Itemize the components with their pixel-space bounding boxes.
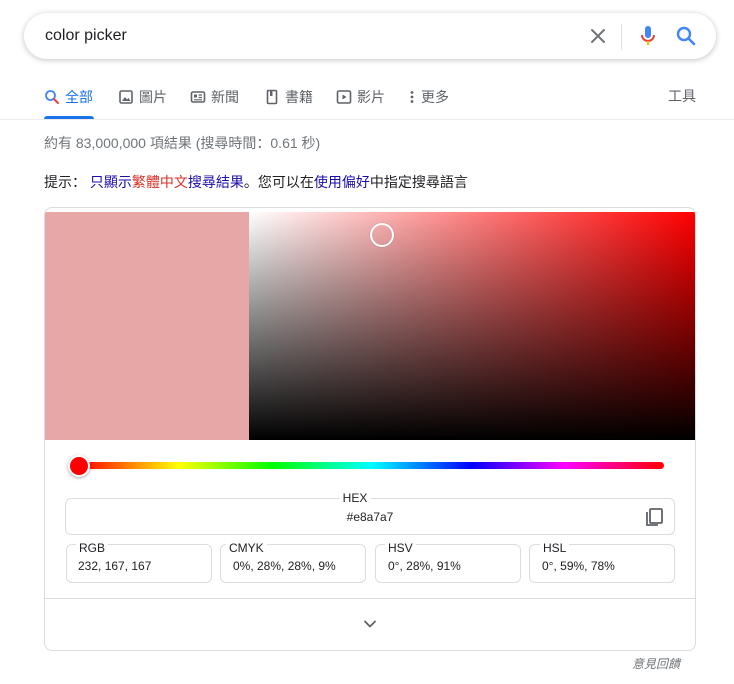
- voice-search-button[interactable]: [636, 24, 660, 48]
- close-icon: [591, 29, 605, 43]
- copy-icon: [646, 508, 663, 526]
- tab-label: 更多: [421, 89, 449, 105]
- tab-label: 影片: [357, 89, 385, 105]
- hint-link-preferences[interactable]: 使用偏好: [314, 174, 370, 190]
- news-icon: [190, 91, 206, 103]
- feedback-link[interactable]: 意見回饋: [632, 655, 680, 672]
- clear-button[interactable]: [586, 24, 610, 48]
- tab-label: 新聞: [211, 89, 239, 105]
- hue-slider-handle[interactable]: [68, 455, 90, 477]
- tab-all[interactable]: 全部: [44, 86, 93, 108]
- hex-value[interactable]: #e8a7a7: [66, 510, 674, 524]
- search-button[interactable]: [674, 24, 698, 48]
- image-icon: [119, 90, 133, 104]
- video-icon: [336, 90, 352, 104]
- copy-button[interactable]: [643, 506, 665, 533]
- cmyk-label: CMYK: [226, 541, 267, 555]
- microphone-icon: [641, 26, 655, 45]
- book-icon: [266, 89, 278, 105]
- chevron-down-icon: [364, 620, 376, 628]
- result-stats: 約有 83,000,000 項結果 (搜尋時間：0.61 秒): [44, 135, 321, 151]
- hsl-value[interactable]: 0°, 59%, 78%: [542, 559, 615, 573]
- rgb-label: RGB: [76, 541, 109, 555]
- saturation-value-handle[interactable]: [370, 223, 394, 247]
- hint-middle: 。您可以在: [243, 174, 314, 190]
- hint-prefix: 提示：: [44, 174, 86, 190]
- tab-label: 圖片: [139, 89, 167, 105]
- cmyk-value[interactable]: 0%, 28%, 28%, 9%: [233, 559, 336, 573]
- expand-button[interactable]: [356, 612, 384, 636]
- color-picker-widget: #e8a7a7 HEX 232, 167, 167 RGB 0%, 28%, 2…: [44, 207, 696, 651]
- more-vert-icon: [410, 91, 414, 103]
- widget-divider: [45, 598, 695, 599]
- tabs-divider: [0, 119, 734, 120]
- search-input[interactable]: [45, 13, 565, 59]
- tab-videos[interactable]: 影片: [336, 86, 385, 108]
- tab-books[interactable]: 書籍: [264, 86, 313, 108]
- hsl-label: HSL: [540, 541, 570, 555]
- tab-images[interactable]: 圖片: [118, 86, 167, 108]
- search-tabs: 全部 圖片 新聞 書籍 影片 更多 工具: [44, 86, 696, 119]
- hint-link-only-show[interactable]: 只顯示: [90, 174, 132, 190]
- tab-label: 全部: [65, 89, 93, 105]
- rgb-value[interactable]: 232, 167, 167: [78, 559, 151, 573]
- hsv-value[interactable]: 0°, 28%, 91%: [388, 559, 461, 573]
- tab-more[interactable]: 更多: [408, 86, 449, 108]
- search-divider: [621, 24, 622, 50]
- search-icon: [45, 90, 59, 104]
- language-hint: 提示： 只顯示繁體中文搜尋結果。您可以在使用偏好中指定搜尋語言: [44, 172, 468, 192]
- saturation-value-area[interactable]: [249, 212, 695, 440]
- tools-button[interactable]: 工具: [668, 86, 696, 106]
- tab-news[interactable]: 新聞: [190, 86, 239, 108]
- hue-slider[interactable]: [79, 462, 664, 469]
- color-preview: [45, 212, 249, 440]
- hint-suffix: 中指定搜尋語言: [369, 174, 468, 190]
- search-icon: [676, 26, 696, 46]
- hsv-label: HSV: [385, 541, 416, 555]
- hint-link-results[interactable]: 搜尋結果: [188, 174, 244, 190]
- tab-label: 書籍: [285, 89, 313, 105]
- hex-label: HEX: [339, 491, 371, 505]
- hint-link-language[interactable]: 繁體中文: [132, 174, 188, 190]
- search-box: [24, 13, 716, 59]
